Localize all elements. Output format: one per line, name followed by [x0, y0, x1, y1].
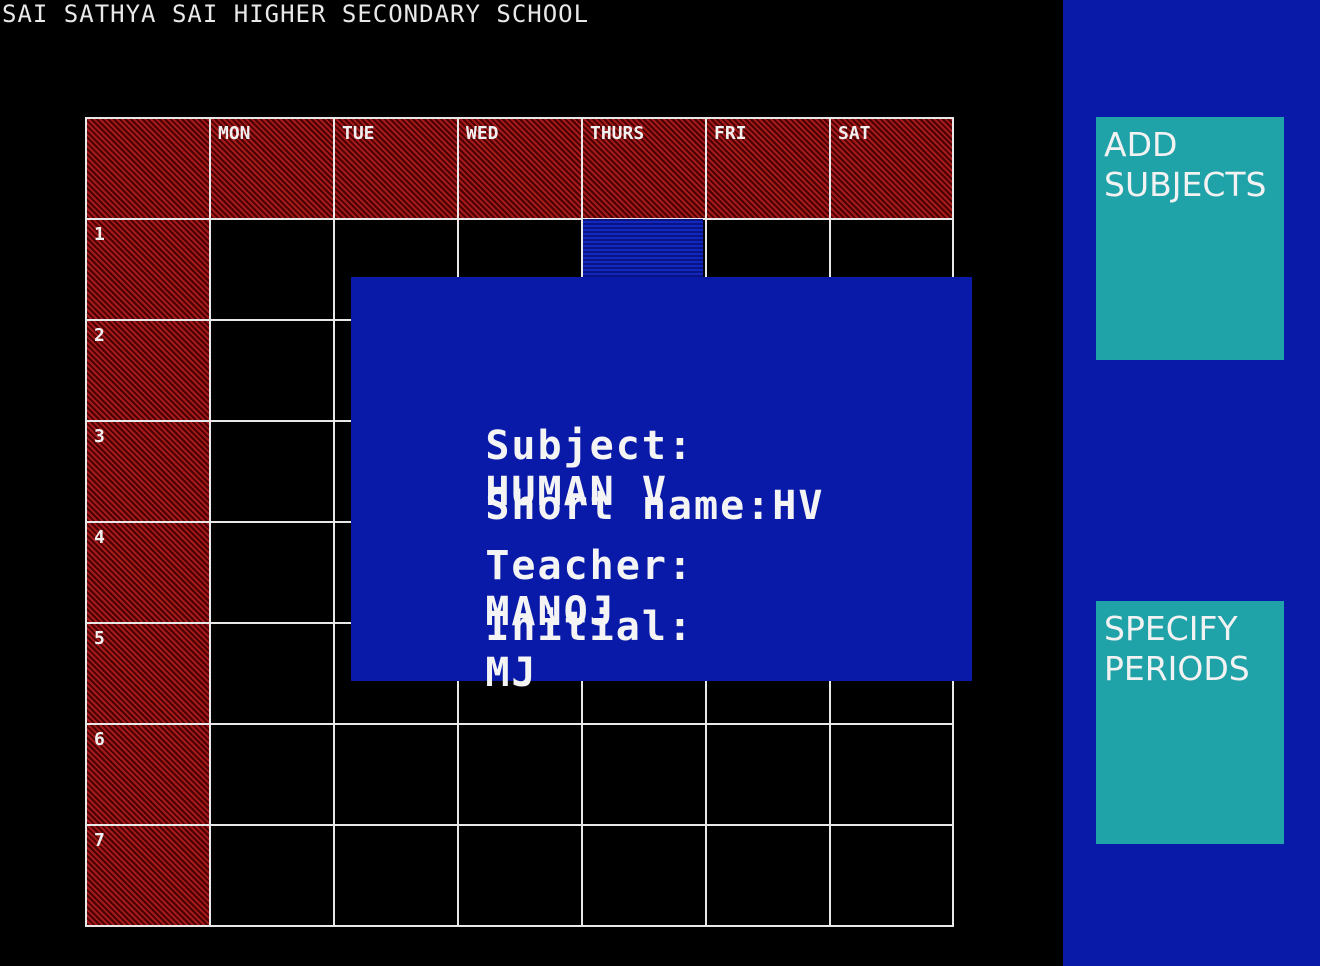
timetable-slot[interactable] — [209, 319, 335, 422]
period-header-label: 3 — [94, 426, 105, 447]
specify-periods-label-line2: PERIODS — [1104, 649, 1250, 688]
day-header-label: SAT — [838, 123, 871, 144]
day-header-label: MON — [218, 123, 251, 144]
day-header-thurs: THURS — [581, 117, 707, 220]
period-header-7: 7 — [85, 824, 211, 927]
add-subjects-button[interactable]: ADD SUBJECTS — [1096, 117, 1284, 360]
timetable-slot[interactable] — [705, 824, 831, 927]
period-header-4: 4 — [85, 521, 211, 624]
day-header-mon: MON — [209, 117, 335, 220]
period-header-label: 1 — [94, 224, 105, 245]
period-header-6: 6 — [85, 723, 211, 826]
selected-slot-highlight[interactable] — [583, 219, 703, 277]
add-subjects-label-line2: SUBJECTS — [1104, 165, 1267, 204]
day-header-sat: SAT — [829, 117, 954, 220]
timetable-slot[interactable] — [209, 218, 335, 321]
period-header-label: 7 — [94, 830, 105, 851]
period-header-label: 2 — [94, 325, 105, 346]
specify-periods-button[interactable]: SPECIFY PERIODS — [1096, 601, 1284, 844]
initial-row: Initial: MJ — [381, 558, 694, 742]
subject-dialog: Subject: HUMAN V Short name:HV Teacher: … — [351, 277, 972, 696]
school-title: SAI SATHYA SAI HIGHER SECONDARY SCHOOL — [2, 0, 590, 28]
period-header-2: 2 — [85, 319, 211, 422]
short-name-value[interactable]: HV — [772, 483, 824, 529]
day-header-label: THURS — [590, 123, 645, 144]
period-header-5: 5 — [85, 622, 211, 725]
day-header-wed: WED — [457, 117, 583, 220]
specify-periods-label-line1: SPECIFY — [1104, 609, 1238, 648]
period-header-label: 4 — [94, 527, 105, 548]
timetable-slot[interactable] — [209, 521, 335, 624]
day-header-fri: FRI — [705, 117, 831, 220]
timetable-slot[interactable] — [829, 723, 954, 826]
timetable-slot[interactable] — [829, 824, 954, 927]
period-header-label: 6 — [94, 729, 105, 750]
period-header-3: 3 — [85, 420, 211, 523]
timetable-slot[interactable] — [705, 723, 831, 826]
timetable-slot[interactable] — [581, 824, 707, 927]
day-header-tue: TUE — [333, 117, 459, 220]
timetable-slot[interactable] — [333, 824, 459, 927]
initial-value[interactable]: MJ — [485, 650, 537, 696]
timetable-slot[interactable] — [457, 824, 583, 927]
day-header-label: FRI — [714, 123, 747, 144]
initial-label: Initial: — [485, 604, 694, 650]
timetable-slot[interactable] — [209, 824, 335, 927]
timetable-slot[interactable] — [209, 723, 335, 826]
day-header-label: WED — [466, 123, 499, 144]
add-subjects-label-line1: ADD — [1104, 125, 1178, 164]
timetable-slot[interactable] — [209, 420, 335, 523]
corner-cell — [85, 117, 211, 220]
period-header-1: 1 — [85, 218, 211, 321]
period-header-label: 5 — [94, 628, 105, 649]
day-header-label: TUE — [342, 123, 375, 144]
side-panel: ADD SUBJECTS SPECIFY PERIODS — [1063, 0, 1320, 966]
timetable-slot[interactable] — [209, 622, 335, 725]
